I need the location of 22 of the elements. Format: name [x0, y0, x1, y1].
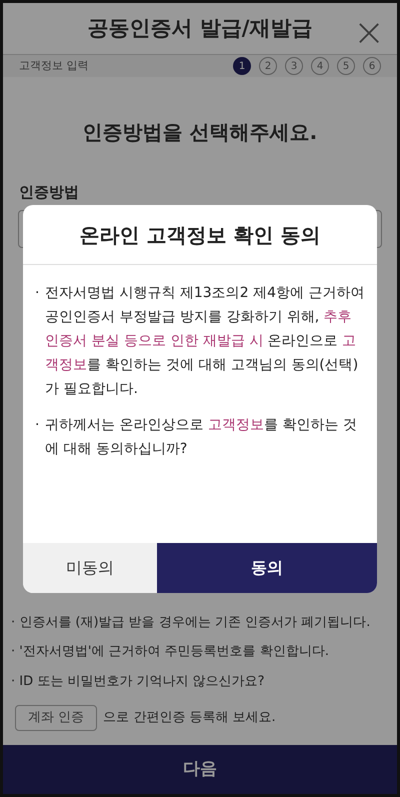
method-label: 인증방법 [19, 182, 79, 203]
notice-text: · ID 또는 비밀번호가 기억나지 않으신가요? [11, 672, 266, 690]
step-indicator: 1 [233, 57, 251, 75]
consent-paragraph: · 귀하께서는 온라인상으로 고객정보를 확인하는 것에 대해 동의하십니까? [35, 416, 358, 459]
account-auth-button[interactable]: 계좌 인증 [15, 705, 98, 731]
dialog-title: 온라인 고객정보 확인 동의 [80, 222, 320, 248]
account-hint-text: 으로 간편인증 등록해 보세요. [103, 709, 276, 728]
step-indicator: 5 [337, 57, 355, 75]
step-indicator: 3 [285, 57, 303, 75]
page-title: 공동인증서 발급/재발급 [88, 14, 312, 42]
step-indicator: 6 [363, 57, 381, 75]
notice-text: · '전자서명법'에 근거하여 주민등록번호를 확인합니다. [11, 643, 330, 661]
agree-button[interactable]: 동의 [157, 543, 377, 593]
section-heading: 인증방법을 선택해주세요. [82, 119, 318, 146]
step-indicator: 4 [311, 57, 329, 75]
consent-paragraph: · 전자서명법 시행규칙 제13조의2 제4항에 근거하여 공인인증서 부정발급 방지를 강화하기 위해, 추후 인증서 분실 등으로 인한 재발급 시 온라인으로 고객정보를 확인하는 것에 대해 고객님의 동의(선택)가 필요합니다. [35, 284, 365, 399]
close-button[interactable]: × [353, 13, 385, 51]
disagree-button[interactable]: 미동의 [23, 543, 157, 593]
notice-text: · 인증서를 (재)발급 받을 경우에는 기존 인증서가 폐기됩니다. [11, 614, 372, 632]
next-button[interactable]: 다음 [3, 745, 397, 794]
step-indicator: 2 [259, 57, 277, 75]
step-label: 고객정보 입력 [19, 58, 88, 74]
